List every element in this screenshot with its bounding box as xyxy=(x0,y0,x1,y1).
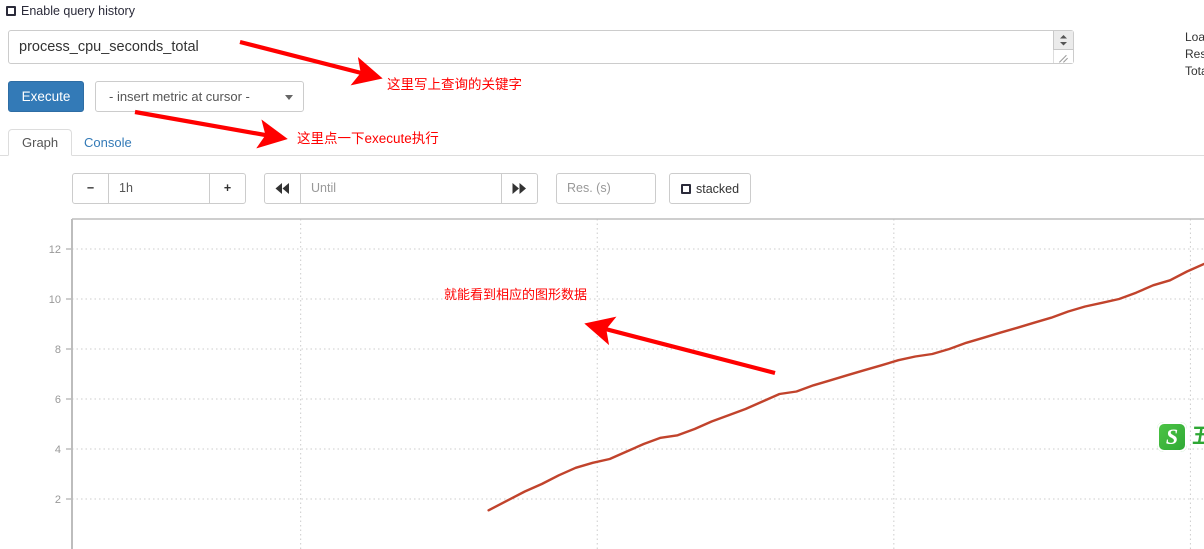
y-axis-tick: 6 xyxy=(55,394,61,406)
sogou-logo-icon: S xyxy=(1157,422,1187,452)
annotation-expression-text: 这里写上查询的关键字 xyxy=(387,77,522,92)
resolution-placeholder-text: Res. (s) xyxy=(567,181,611,195)
annotation-graph-text: 就能看到相应的图形数据 xyxy=(444,287,588,302)
spinner-updown-icon[interactable] xyxy=(1053,31,1073,50)
stacked-toggle[interactable]: stacked xyxy=(669,173,752,204)
y-axis-tick: 4 xyxy=(55,444,61,456)
execute-button[interactable]: Execute xyxy=(8,81,84,112)
expression-input-value[interactable]: process_cpu_seconds_total xyxy=(19,31,1039,63)
range-decrease-button[interactable]: − xyxy=(72,173,109,204)
resolution-input[interactable]: Res. (s) xyxy=(556,173,656,204)
until-placeholder-text: Until xyxy=(311,181,337,195)
graph-console-tabs: Graph Console xyxy=(0,129,1204,156)
grid-horizontal xyxy=(66,248,1204,500)
sogou-watermark: S 五 xyxy=(1157,422,1204,452)
watermark-text: 五 xyxy=(1192,425,1204,448)
range-input[interactable]: 1h xyxy=(109,173,209,204)
graph-controls: − 1h + Until Res. (s) stacked xyxy=(72,173,752,204)
step-forward-icon[interactable] xyxy=(501,173,538,204)
enable-query-history-row[interactable]: Enable query history xyxy=(6,3,135,19)
stacked-checkbox-icon[interactable] xyxy=(681,183,691,194)
insert-metric-select[interactable]: - insert metric at cursor - xyxy=(95,81,304,112)
step-backward-icon[interactable] xyxy=(264,173,301,204)
chevron-down-icon xyxy=(285,95,293,100)
series-line-process-cpu-seconds-total xyxy=(487,262,1204,512)
stats-line-load-time: Load time: xyxy=(1185,30,1204,44)
y-axis-tick: 2 xyxy=(55,494,61,506)
enable-query-history-label: Enable query history xyxy=(21,4,135,18)
checkbox-icon[interactable] xyxy=(6,6,16,16)
tab-console[interactable]: Console xyxy=(70,129,146,156)
stats-line-total-series: Total time series: xyxy=(1185,64,1204,78)
expression-textarea[interactable]: process_cpu_seconds_total xyxy=(8,30,1074,64)
y-axis-tick-labels: 2 4 6 8 10 12 xyxy=(49,244,61,506)
stats-line-resolution: Resolution: xyxy=(1185,47,1204,61)
range-increase-button[interactable]: + xyxy=(209,173,246,204)
grid-vertical xyxy=(300,219,1191,549)
y-axis-tick: 8 xyxy=(55,344,61,356)
annotation-execute-text: 这里点一下execute执行 xyxy=(297,131,439,146)
time-navigation-group: Until xyxy=(264,173,538,204)
insert-metric-select-value: - insert metric at cursor - xyxy=(109,89,250,104)
tab-graph[interactable]: Graph xyxy=(8,129,73,156)
resize-handle-icon[interactable] xyxy=(1053,50,1073,63)
range-group: − 1h + xyxy=(72,173,246,204)
graph-stats: Load time: Resolution: Total time series… xyxy=(1185,29,1204,80)
stacked-label: stacked xyxy=(696,181,740,196)
y-axis-tick: 12 xyxy=(49,244,61,256)
graph-plot[interactable]: 2 4 6 8 10 12 xyxy=(0,210,1204,549)
y-axis-tick: 10 xyxy=(49,294,61,306)
until-input[interactable]: Until xyxy=(301,173,501,204)
